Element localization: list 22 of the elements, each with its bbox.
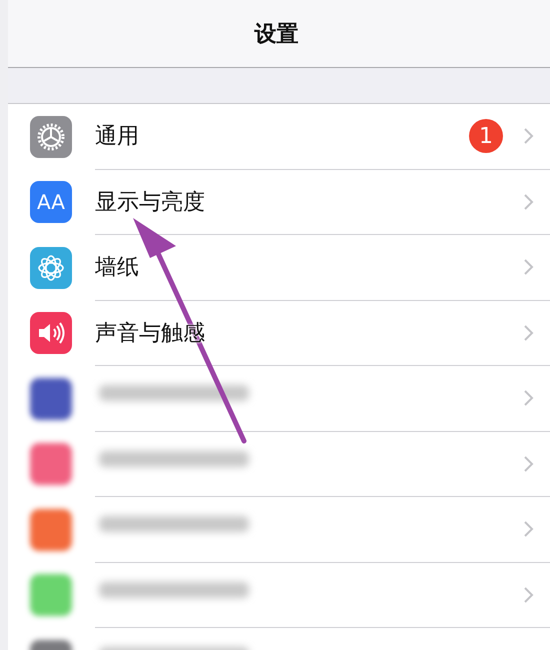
text-size-icon: AA [37,190,65,214]
settings-row[interactable] [8,366,550,432]
chevron-icon [523,324,534,342]
chevron-icon [523,389,534,408]
settings-row[interactable]: 墙纸 [8,235,550,300]
row-label: 显示与亮度 [95,188,205,217]
notification-badge: 1 [469,119,503,154]
settings-row[interactable]: 通用 1 [8,104,550,170]
chevron-icon [523,520,534,538]
flower-icon [36,252,66,283]
chevron-icon [523,454,534,473]
settings-row[interactable]: AA 显示与亮度 [8,170,550,235]
row-label: 墙纸 [95,254,139,282]
speaker-icon [36,320,66,346]
chevron-icon [523,192,534,211]
settings-row[interactable] [8,497,550,562]
chevron-icon [523,127,534,146]
chevron-icon [523,258,534,276]
row-label: 通用 [95,123,139,152]
page-title: 设置 [254,20,298,48]
chevron-icon [523,586,534,604]
settings-row[interactable] [8,432,550,497]
